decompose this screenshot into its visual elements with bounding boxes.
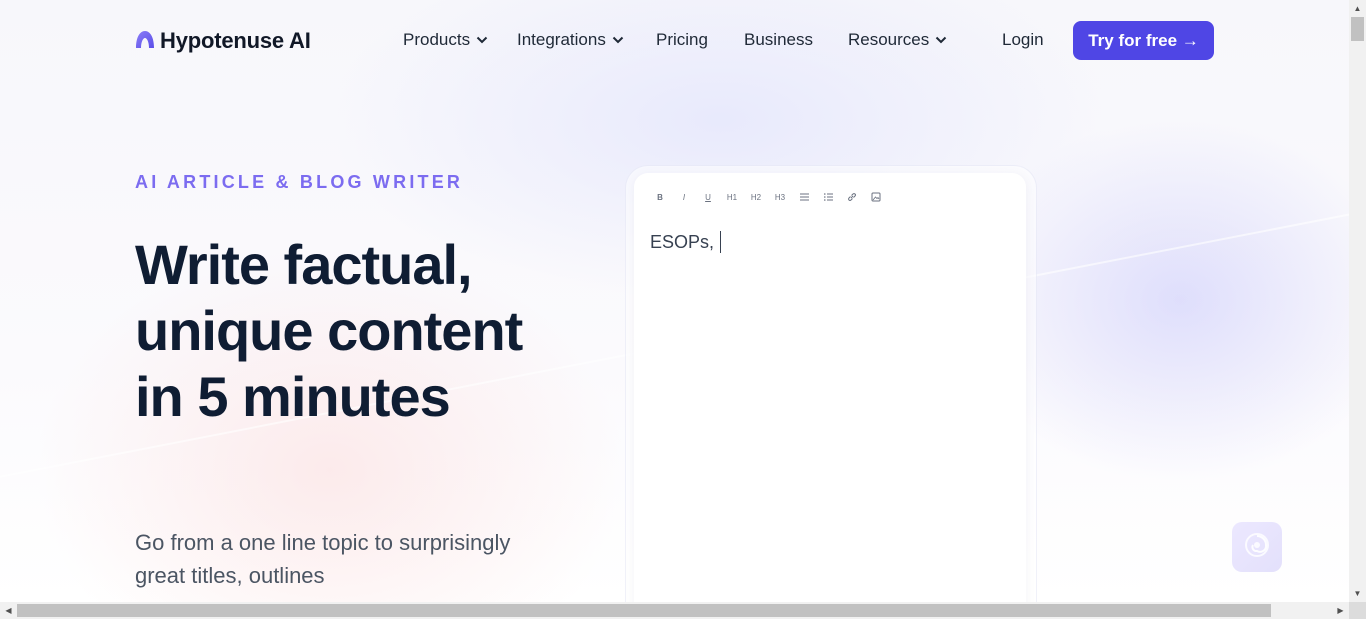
horizontal-scroll-thumb[interactable] — [17, 604, 1271, 617]
heading2-icon[interactable]: H2 — [744, 191, 768, 203]
bullet-list-icon[interactable] — [792, 191, 816, 203]
nav-label: Integrations — [517, 30, 606, 49]
editor-content[interactable]: ESOPs, — [650, 231, 722, 253]
hero-headline: Write factual, unique content in 5 minut… — [135, 233, 523, 428]
editor-text-value: ESOPs, — [650, 231, 715, 252]
vertical-scroll-thumb[interactable] — [1351, 17, 1364, 41]
underline-icon[interactable]: U — [696, 191, 720, 203]
nav-pricing[interactable]: Pricing — [656, 28, 708, 52]
scroll-down-arrow-icon[interactable]: ▼ — [1349, 585, 1366, 602]
hero-subtitle: Go from a one line topic to surprisingly… — [135, 530, 511, 588]
link-icon[interactable] — [840, 191, 864, 203]
scroll-left-arrow-icon[interactable]: ◀ — [0, 602, 17, 619]
tool-label: H2 — [750, 192, 762, 202]
chevron-down-icon — [612, 36, 624, 44]
brand-name: Hypotenuse AI — [160, 28, 311, 53]
chevron-down-icon — [935, 36, 947, 44]
login-link[interactable]: Login — [1002, 28, 1044, 52]
tool-label: I — [682, 192, 686, 202]
hero-eyebrow: AI ARTICLE & BLOG WRITER — [135, 172, 464, 192]
heading1-icon[interactable]: H1 — [720, 191, 744, 203]
bold-icon[interactable]: B — [648, 191, 672, 203]
italic-icon[interactable]: I — [672, 191, 696, 203]
nav-label: Products — [403, 30, 471, 49]
numbered-list-icon[interactable] — [816, 191, 840, 203]
vertical-scrollbar[interactable]: ▲ ▼ — [1349, 0, 1366, 602]
editor-card: B I U H1 H2 H3 ESOPs, — [634, 173, 1026, 602]
nav-integrations[interactable]: Integrations — [517, 28, 624, 52]
tool-label: H3 — [774, 192, 786, 202]
nav-label: Business — [744, 30, 813, 49]
heading3-icon[interactable]: H3 — [768, 191, 792, 203]
logo[interactable]: Hypotenuse AI — [135, 28, 311, 54]
editor-toolbar: B I U H1 H2 H3 — [648, 191, 888, 203]
logo-icon — [135, 29, 155, 54]
tool-label: B — [657, 192, 663, 202]
horizontal-scrollbar[interactable]: ◀ ▶ — [0, 602, 1349, 619]
try-for-free-button[interactable]: Try for free → — [1073, 21, 1214, 60]
nav-label: Pricing — [656, 30, 708, 49]
chevron-down-icon — [476, 36, 488, 44]
scroll-up-arrow-icon[interactable]: ▲ — [1349, 0, 1366, 17]
chat-widget-button[interactable] — [1232, 522, 1282, 572]
tool-label: U — [705, 192, 711, 202]
scroll-right-arrow-icon[interactable]: ▶ — [1332, 602, 1349, 619]
nav-products[interactable]: Products — [403, 28, 488, 52]
nav-business[interactable]: Business — [744, 28, 813, 52]
nav-resources[interactable]: Resources — [848, 28, 947, 52]
scrollbar-corner — [1349, 602, 1366, 619]
swirl-icon — [1243, 531, 1271, 564]
image-icon[interactable] — [864, 191, 888, 203]
nav-label: Resources — [848, 30, 930, 49]
tool-label: H1 — [726, 192, 738, 202]
text-caret — [720, 231, 722, 253]
page: Hypotenuse AI Products Integrations Pric… — [0, 0, 1349, 602]
